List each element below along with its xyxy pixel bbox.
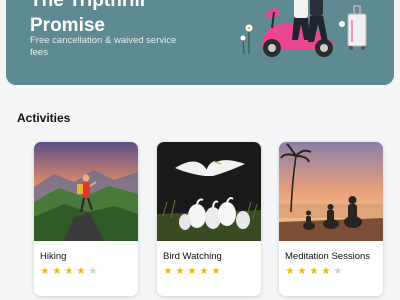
star-filled-icon: ★ [64, 266, 74, 277]
star-filled-icon: ★ [297, 266, 307, 277]
star-filled-icon: ★ [175, 266, 185, 277]
meditation-image [279, 142, 383, 241]
bird-watching-image [157, 142, 261, 241]
activities-heading: Activities [17, 111, 71, 125]
rating-stars: ★ ★ ★ ★ ★ [284, 266, 344, 278]
activity-label: Bird Watching [163, 251, 222, 262]
star-filled-icon: ★ [321, 266, 331, 277]
banner-title: The Tripthrill Promise [30, 0, 220, 38]
activity-label: Hiking [40, 251, 67, 262]
banner-title-line1: The Tripthrill [30, 0, 146, 11]
activity-card-meditation-sessions[interactable]: Meditation Sessions ★ ★ ★ ★ ★ [279, 142, 383, 296]
star-filled-icon: ★ [52, 266, 62, 277]
star-empty-icon: ★ [333, 266, 343, 277]
activity-card-bird-watching[interactable]: Bird Watching ★ ★ ★ ★ ★ [157, 142, 261, 296]
star-filled-icon: ★ [211, 266, 221, 277]
star-filled-icon: ★ [163, 266, 173, 277]
star-filled-icon: ★ [40, 266, 50, 277]
activity-label: Meditation Sessions [285, 251, 371, 262]
star-empty-icon: ★ [88, 266, 98, 277]
hiking-image [34, 142, 138, 241]
star-filled-icon: ★ [285, 266, 295, 277]
activity-card-hiking[interactable]: Hiking ★ ★ ★ ★ ★ [34, 142, 138, 296]
star-filled-icon: ★ [187, 266, 197, 277]
star-filled-icon: ★ [76, 266, 86, 277]
star-filled-icon: ★ [309, 266, 319, 277]
promise-banner[interactable]: The Tripthrill Promise Free cancellation… [6, 0, 394, 85]
rating-stars: ★ ★ ★ ★ ★ [39, 266, 99, 278]
scooter-travelers-illustration [240, 0, 367, 57]
rating-stars: ★ ★ ★ ★ ★ [162, 266, 222, 278]
star-filled-icon: ★ [199, 266, 209, 277]
banner-subtitle: Free cancellation & waived service fees [30, 35, 177, 58]
